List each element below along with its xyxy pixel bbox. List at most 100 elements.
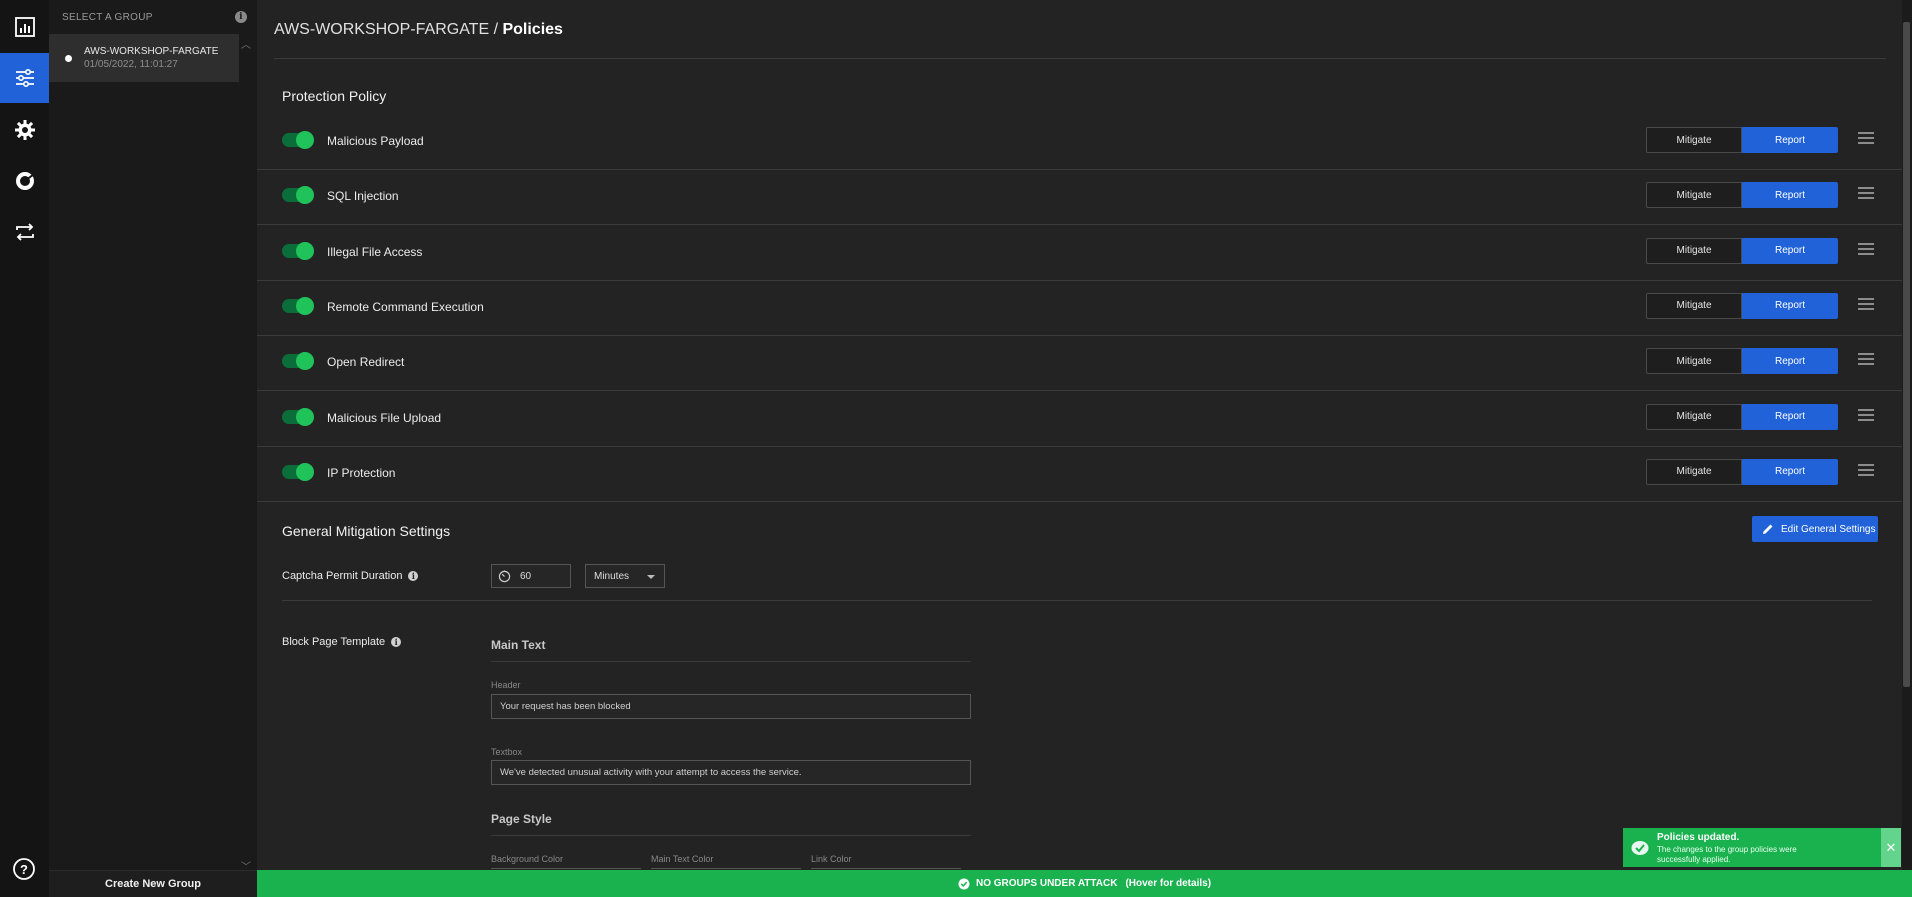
- link-color-input[interactable]: [811, 868, 961, 869]
- header-divider: [274, 58, 1886, 59]
- policy-row: Malicious File Upload Mitigate Report: [257, 392, 1902, 447]
- info-icon[interactable]: i: [235, 11, 247, 23]
- main-text-divider: [491, 661, 971, 662]
- report-button[interactable]: Report: [1742, 127, 1838, 153]
- block-page-template-label: Block Page Template i: [282, 636, 402, 648]
- mitigate-button[interactable]: Mitigate: [1646, 403, 1742, 430]
- policy-row: IP Protection Mitigate Report: [257, 447, 1902, 502]
- policy-toggle[interactable]: [282, 296, 314, 315]
- captcha-duration-text: Captcha Permit Duration: [282, 570, 403, 582]
- scrollbar-thumb[interactable]: [1903, 22, 1910, 687]
- captcha-unit-select[interactable]: Minutes: [585, 564, 665, 588]
- policy-mode-segmented: Mitigate Report: [1646, 127, 1838, 153]
- info-icon[interactable]: i: [391, 637, 402, 647]
- main-text-title: Main Text: [491, 638, 546, 652]
- breadcrumb-group[interactable]: AWS-WORKSHOP-FARGATE: [274, 21, 489, 38]
- caret-down-icon: [647, 575, 655, 579]
- pencil-icon: [1763, 524, 1773, 534]
- toast-message: The changes to the group policies were s…: [1657, 845, 1797, 864]
- page-style-title: Page Style: [491, 812, 552, 826]
- group-panel: SELECT A GROUP i AWS-WORKSHOP-FARGATE 01…: [49, 0, 257, 897]
- attack-status-bar[interactable]: NO GROUPS UNDER ATTACK (Hover for detail…: [257, 870, 1912, 897]
- scroll-up-chevron-icon[interactable]: ︿: [241, 36, 251, 51]
- nav-sync[interactable]: [0, 207, 49, 257]
- analytics-donut-icon: [15, 172, 35, 190]
- main-text-color-input[interactable]: [651, 868, 801, 869]
- captcha-duration-input[interactable]: 60: [491, 564, 571, 588]
- scroll-down-chevron-icon[interactable]: ﹀: [241, 858, 251, 873]
- policy-toggle[interactable]: [282, 241, 314, 260]
- policy-toggle[interactable]: [282, 407, 314, 426]
- close-icon[interactable]: ✕: [1881, 828, 1901, 867]
- policy-mode-segmented: Mitigate Report: [1646, 348, 1838, 375]
- policy-toggle[interactable]: [282, 131, 314, 149]
- policy-row: Remote Command Execution Mitigate Report: [257, 281, 1902, 336]
- policy-toggle[interactable]: [282, 462, 314, 481]
- hamburger-menu-icon[interactable]: [1858, 132, 1874, 146]
- mitigate-button[interactable]: Mitigate: [1646, 292, 1742, 319]
- textbox-field-label: Textbox: [491, 747, 523, 757]
- hamburger-menu-icon[interactable]: [1858, 297, 1874, 312]
- info-icon[interactable]: i: [408, 571, 419, 581]
- group-panel-title: SELECT A GROUP: [62, 11, 153, 23]
- mitigate-button[interactable]: Mitigate: [1646, 127, 1742, 153]
- mitigate-button[interactable]: Mitigate: [1646, 237, 1742, 264]
- hamburger-menu-icon[interactable]: [1858, 463, 1874, 478]
- app-root: ? SELECT A GROUP i AWS-WORKSHOP-FARGATE …: [0, 0, 1912, 897]
- hamburger-menu-icon[interactable]: [1858, 408, 1874, 423]
- timer-icon: [498, 569, 511, 582]
- textbox-input[interactable]: We've detected unusual activity with you…: [491, 760, 971, 785]
- hamburger-menu-icon[interactable]: [1858, 242, 1874, 257]
- policy-row: Malicious Payload Mitigate Report: [257, 115, 1902, 170]
- nav-dashboard[interactable]: [0, 2, 49, 52]
- group-name: AWS-WORKSHOP-FARGATE: [84, 46, 219, 57]
- hamburger-menu-icon[interactable]: [1858, 187, 1874, 201]
- svg-text:?: ?: [20, 862, 28, 877]
- policy-name: Remote Command Execution: [327, 299, 484, 314]
- policies-sliders-icon: [15, 68, 34, 88]
- section-divider: [282, 600, 1872, 601]
- group-date: 01/05/2022, 11:01:27: [84, 59, 178, 70]
- report-button[interactable]: Report: [1742, 458, 1838, 485]
- report-button[interactable]: Report: [1742, 182, 1838, 209]
- policy-mode-segmented: Mitigate Report: [1646, 237, 1838, 264]
- policy-toggle[interactable]: [282, 186, 314, 205]
- policy-mode-segmented: Mitigate Report: [1646, 292, 1838, 319]
- group-item[interactable]: AWS-WORKSHOP-FARGATE 01/05/2022, 11:01:2…: [49, 34, 239, 82]
- policy-name: Malicious Payload: [327, 134, 424, 148]
- hamburger-menu-icon[interactable]: [1858, 353, 1874, 367]
- policy-row: SQL Injection Mitigate Report: [257, 170, 1902, 226]
- header-input[interactable]: Your request has been blocked: [491, 694, 971, 719]
- link-color-label: Link Color: [811, 854, 852, 864]
- edit-general-settings-button[interactable]: Edit General Settings: [1752, 516, 1878, 542]
- mitigate-button[interactable]: Mitigate: [1646, 348, 1742, 375]
- check-circle-icon: [1631, 840, 1649, 855]
- nav-policies[interactable]: [0, 53, 49, 103]
- report-button[interactable]: Report: [1742, 237, 1838, 264]
- breadcrumb: AWS-WORKSHOP-FARGATE / Policies: [274, 21, 563, 39]
- background-color-input[interactable]: [491, 868, 641, 869]
- mitigate-button[interactable]: Mitigate: [1646, 182, 1742, 209]
- help-icon[interactable]: ?: [12, 857, 36, 881]
- group-panel-header: SELECT A GROUP i: [49, 0, 257, 34]
- nav-settings[interactable]: [0, 105, 49, 155]
- block-page-template-text: Block Page Template: [282, 636, 386, 648]
- toast-check: [1623, 828, 1657, 867]
- main-content: AWS-WORKSHOP-FARGATE / Policies Protecti…: [257, 0, 1902, 870]
- policy-toggle[interactable]: [282, 352, 314, 371]
- selected-dot-icon: [65, 54, 72, 62]
- mitigate-button[interactable]: Mitigate: [1646, 458, 1742, 485]
- settings-gear-icon: [14, 120, 35, 140]
- policy-mode-segmented: Mitigate Report: [1646, 182, 1838, 209]
- report-button[interactable]: Report: [1742, 403, 1838, 430]
- captcha-duration-label: Captcha Permit Duration i: [282, 570, 419, 582]
- protection-policy-title: Protection Policy: [282, 88, 387, 104]
- nav-analytics[interactable]: [0, 156, 49, 206]
- header-field-label: Header: [491, 680, 521, 690]
- main-scrollbar[interactable]: [1902, 0, 1912, 870]
- check-circle-icon: [958, 878, 970, 889]
- report-button[interactable]: Report: [1742, 348, 1838, 375]
- create-group-button[interactable]: Create New Group: [49, 870, 257, 897]
- report-button[interactable]: Report: [1742, 292, 1838, 319]
- policy-name: Malicious File Upload: [327, 410, 442, 425]
